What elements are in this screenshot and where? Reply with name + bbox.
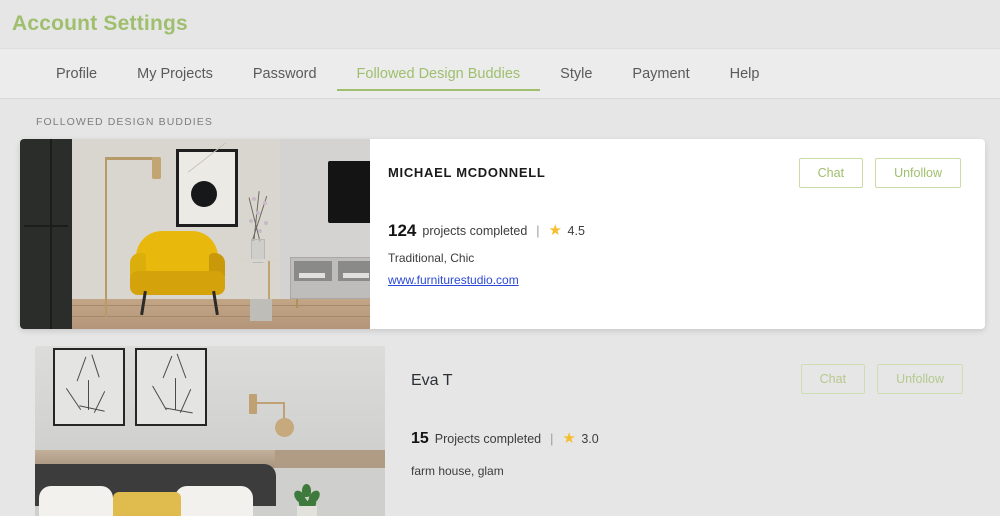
projects-count: 15: [411, 430, 429, 447]
buddy-style-tags: Traditional, Chic: [388, 251, 475, 265]
buddy-card-body: Eva T Chat Unfollow 15 Projects complete…: [385, 346, 985, 516]
tab-style[interactable]: Style: [540, 49, 612, 98]
projects-label: Projects completed: [434, 432, 542, 446]
rating-value: 4.5: [567, 224, 585, 238]
unfollow-button[interactable]: Unfollow: [877, 364, 963, 394]
buddy-thumbnail-living-room: [20, 139, 370, 329]
tab-profile[interactable]: Profile: [36, 49, 117, 98]
page-title: Account Settings: [12, 12, 188, 35]
projects-count: 124: [388, 221, 417, 240]
buddy-website-link[interactable]: www.furniturestudio.com: [388, 273, 519, 287]
account-settings-page: Account Settings Profile My Projects Pas…: [0, 0, 1000, 516]
buddy-actions: Chat Unfollow: [800, 364, 963, 394]
tab-my-projects[interactable]: My Projects: [117, 49, 233, 98]
buddy-style-tags: farm house, glam: [411, 464, 504, 478]
star-icon: ★: [562, 430, 576, 447]
settings-tabbar: Profile My Projects Password Followed De…: [0, 48, 1000, 99]
tab-followed-design-buddies[interactable]: Followed Design Buddies: [336, 49, 541, 98]
projects-label: projects completed: [422, 224, 528, 238]
star-icon: ★: [548, 222, 562, 239]
buddy-stats: 124 projects completed | ★ 4.5: [388, 221, 585, 241]
buddy-thumbnail-bedroom: [35, 346, 385, 516]
buddy-card[interactable]: MICHAEL MCDONNELL Chat Unfollow 124 proj…: [20, 139, 985, 329]
stats-separator: |: [536, 224, 540, 238]
chat-button[interactable]: Chat: [798, 158, 864, 188]
section-label: FOLLOWED DESIGN BUDDIES: [36, 116, 213, 128]
tab-payment[interactable]: Payment: [612, 49, 709, 98]
tab-help[interactable]: Help: [710, 49, 780, 98]
rating-value: 3.0: [581, 432, 599, 446]
buddy-card-body: MICHAEL MCDONNELL Chat Unfollow 124 proj…: [370, 139, 985, 329]
tab-password[interactable]: Password: [233, 49, 337, 98]
unfollow-button[interactable]: Unfollow: [875, 158, 961, 188]
buddy-stats: 15 Projects completed | ★ 3.0: [411, 430, 599, 448]
stats-separator: |: [550, 432, 554, 446]
buddy-actions: Chat Unfollow: [798, 158, 961, 188]
page-header: Account Settings: [0, 0, 1000, 48]
buddy-card[interactable]: Eva T Chat Unfollow 15 Projects complete…: [35, 346, 985, 516]
chat-button[interactable]: Chat: [800, 364, 866, 394]
